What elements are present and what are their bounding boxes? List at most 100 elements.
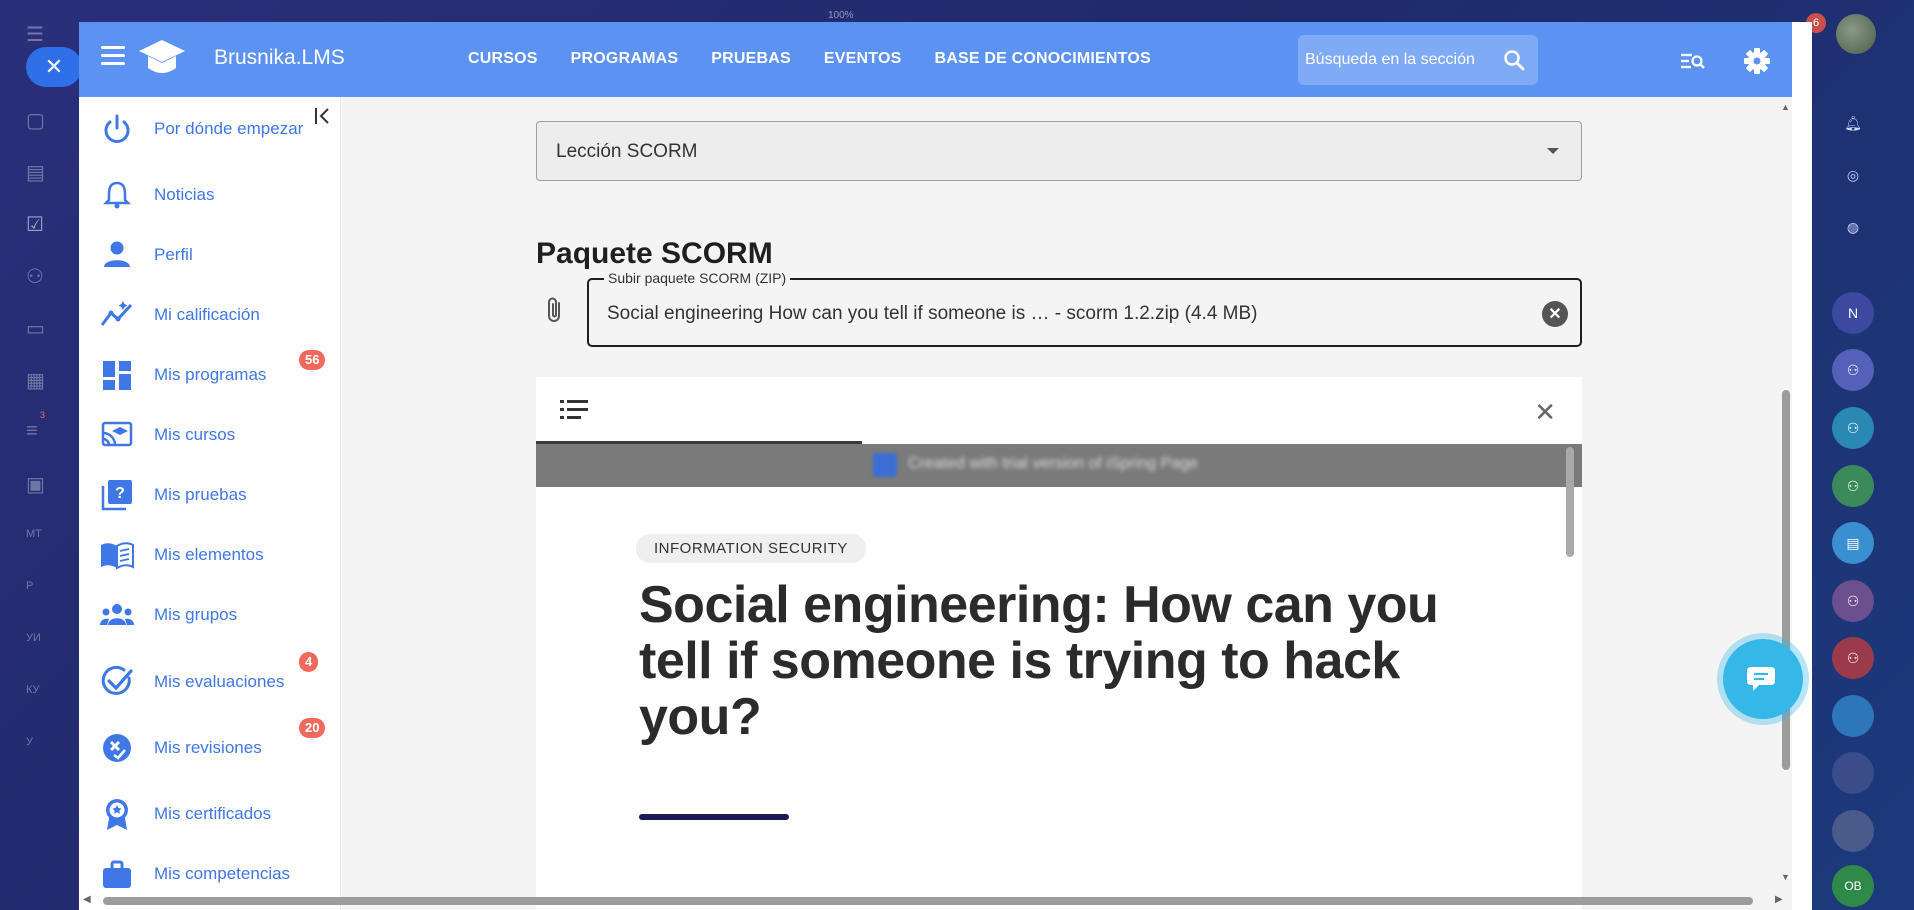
- vertical-scrollbar[interactable]: ▲ ▼: [1778, 80, 1794, 890]
- sidebar-item-label: Perfil: [154, 245, 193, 264]
- sidebar-item-groups[interactable]: Mis grupos: [79, 593, 340, 637]
- sidebar-item-label: Mis competencias: [154, 864, 291, 883]
- sidebar-item-profile[interactable]: Perfil: [79, 233, 340, 277]
- nav-knowledge-base[interactable]: BASE DE CONOCIMIENTOS: [934, 50, 1150, 68]
- scroll-up-icon[interactable]: ▲: [1781, 102, 1790, 112]
- background-left-rail: ✕ ☰ ▢ ▤ ☑ ⚇ ▭ ▦ ≡ ▣ MT P УИ КУ У 3: [0, 0, 82, 910]
- sidebar-item-reviews[interactable]: Mis revisiones 20: [79, 718, 340, 770]
- person-icon: [104, 241, 130, 267]
- drive-icon[interactable]: ▭: [26, 316, 56, 346]
- rail-avatar[interactable]: КУ: [26, 684, 56, 714]
- nav-tests[interactable]: PRUEBAS: [711, 50, 791, 68]
- sidebar-item-elements[interactable]: Mis elementos: [79, 533, 340, 577]
- groups-icon[interactable]: ⚇: [26, 264, 56, 294]
- trial-notice-text: Created with trial version of iSpring Pa…: [908, 455, 1198, 472]
- graduation-cap-logo: [139, 40, 185, 73]
- contact-avatar[interactable]: ⚇: [1832, 580, 1874, 622]
- clear-file-icon[interactable]: ✕: [1542, 301, 1568, 327]
- scroll-right-icon[interactable]: ▶: [1775, 894, 1783, 905]
- search-chat-icon[interactable]: ◍: [1832, 206, 1874, 248]
- assessments-count-badge: 4: [299, 652, 319, 672]
- sidebar-item-label: Mis cursos: [154, 425, 236, 444]
- target-icon[interactable]: ◎: [1832, 154, 1874, 196]
- sidebar-item-label: Mis elementos: [154, 545, 264, 564]
- tasks-icon[interactable]: ☑: [26, 212, 56, 242]
- sidebar-item-competencies[interactable]: Mis competencias: [79, 852, 340, 896]
- nav-programs[interactable]: PROGRAMAS: [571, 50, 679, 68]
- dashboard-icon: [103, 361, 131, 390]
- horizontal-scrollbar[interactable]: ◀ ▶: [79, 894, 1783, 908]
- horizontal-scroll-thumb[interactable]: [103, 897, 1753, 905]
- svg-text:?: ?: [115, 485, 125, 502]
- scorm-upload-field[interactable]: Subir paquete SCORM (ZIP) Social enginee…: [587, 270, 1582, 347]
- award-icon: [106, 799, 128, 830]
- quiz-icon: ?: [101, 480, 132, 511]
- sidebar-item-news[interactable]: Noticias: [79, 173, 340, 217]
- feed-icon[interactable]: ▤: [26, 160, 56, 190]
- chart-icon: [100, 301, 133, 326]
- sidebar-item-tests[interactable]: ? Mis pruebas: [79, 473, 340, 517]
- rail-avatar[interactable]: УИ: [26, 632, 56, 662]
- main-nav: CURSOS PROGRAMAS PRUEBAS EVENTOS BASE DE…: [468, 50, 1184, 68]
- top-header: Brusnika.LMS CURSOS PROGRAMAS PRUEBAS EV…: [79, 22, 1792, 97]
- search-input[interactable]: [1305, 51, 1505, 69]
- table-of-contents-icon[interactable]: [560, 399, 588, 421]
- rail-avatar[interactable]: P: [26, 580, 56, 610]
- contact-avatar[interactable]: OB: [1832, 865, 1874, 907]
- contact-avatar[interactable]: [1832, 752, 1874, 794]
- chat-icon[interactable]: ▢: [26, 108, 56, 138]
- contact-avatar[interactable]: [1832, 810, 1874, 852]
- sidebar-item-rating[interactable]: Mi calificación: [79, 293, 340, 337]
- rail-avatar[interactable]: У: [26, 736, 56, 766]
- user-avatar[interactable]: [1836, 14, 1876, 54]
- section-title: Paquete SCORM: [536, 237, 773, 270]
- sidebar-item-certificates[interactable]: Mis certificados: [79, 792, 340, 836]
- briefcase-icon: [103, 860, 131, 888]
- sidebar-item-label: Mis grupos: [154, 605, 238, 624]
- review-icon: [103, 734, 131, 762]
- close-slider-button[interactable]: ✕: [26, 47, 82, 87]
- search-icon[interactable]: [1502, 48, 1526, 72]
- search-list-icon[interactable]: [1679, 47, 1707, 75]
- section-search: [1298, 35, 1538, 85]
- contact-avatar[interactable]: ⚇: [1832, 407, 1874, 449]
- lesson-type-select[interactable]: Lección SCORM: [536, 121, 1582, 181]
- menu-icon[interactable]: ☰: [26, 22, 56, 52]
- contact-avatar[interactable]: ▤: [1832, 522, 1874, 564]
- player-scrollbar[interactable]: [1566, 447, 1574, 557]
- gear-icon[interactable]: [1743, 47, 1771, 75]
- sidebar-item-programs[interactable]: Mis programas 56: [79, 350, 340, 397]
- scroll-left-icon[interactable]: ◀: [83, 894, 91, 905]
- notifications-icon[interactable]: 🔔︎: [1832, 102, 1874, 144]
- nav-events[interactable]: EVENTOS: [824, 50, 902, 68]
- upload-field-label: Subir paquete SCORM (ZIP): [604, 270, 791, 286]
- contact-avatar[interactable]: ⚇: [1832, 465, 1874, 507]
- sidebar-item-getting-started[interactable]: Por dónde empezar: [79, 107, 340, 151]
- support-chat-button[interactable]: [1723, 639, 1803, 719]
- bell-icon: [102, 181, 132, 209]
- sidebar-item-label: Mis revisiones: [154, 738, 262, 757]
- check-circle-icon: [101, 665, 133, 695]
- rail-avatar[interactable]: MT: [26, 528, 56, 558]
- main-content: Lección SCORM Paquete SCORM Subir paquet…: [342, 97, 1792, 910]
- reviews-count-badge: 20: [299, 718, 326, 738]
- background-right-rail: 🔔︎ ◎ ◍ N ⚇ ⚇ ⚇ ▤ ⚇ ⚇ OB: [1810, 0, 1914, 910]
- sidebar-item-label: Mis pruebas: [154, 485, 247, 504]
- news-icon[interactable]: ▣: [26, 472, 56, 502]
- groups-icon: [100, 604, 134, 625]
- contact-avatar[interactable]: ⚇: [1832, 349, 1874, 391]
- lesson-headline: Social engineering: How can you tell if …: [639, 576, 1439, 746]
- sidebar-item-assessments[interactable]: Mis evaluaciones 4: [79, 652, 340, 704]
- nav-courses[interactable]: CURSOS: [468, 50, 538, 68]
- menu-icon[interactable]: [101, 46, 125, 68]
- calendar-icon[interactable]: ▦: [26, 368, 56, 398]
- contact-avatar[interactable]: N: [1832, 292, 1874, 334]
- paperclip-icon[interactable]: [542, 295, 568, 325]
- contact-avatar[interactable]: [1832, 695, 1874, 737]
- sidebar-item-courses[interactable]: Mis cursos: [79, 413, 340, 457]
- contact-avatar[interactable]: ⚇: [1832, 637, 1874, 679]
- lesson-type-value: Lección SCORM: [556, 141, 698, 162]
- sidebar-item-label: Mi calificación: [154, 305, 260, 324]
- scroll-down-icon[interactable]: ▼: [1781, 872, 1790, 882]
- close-player-icon[interactable]: ✕: [1534, 397, 1556, 428]
